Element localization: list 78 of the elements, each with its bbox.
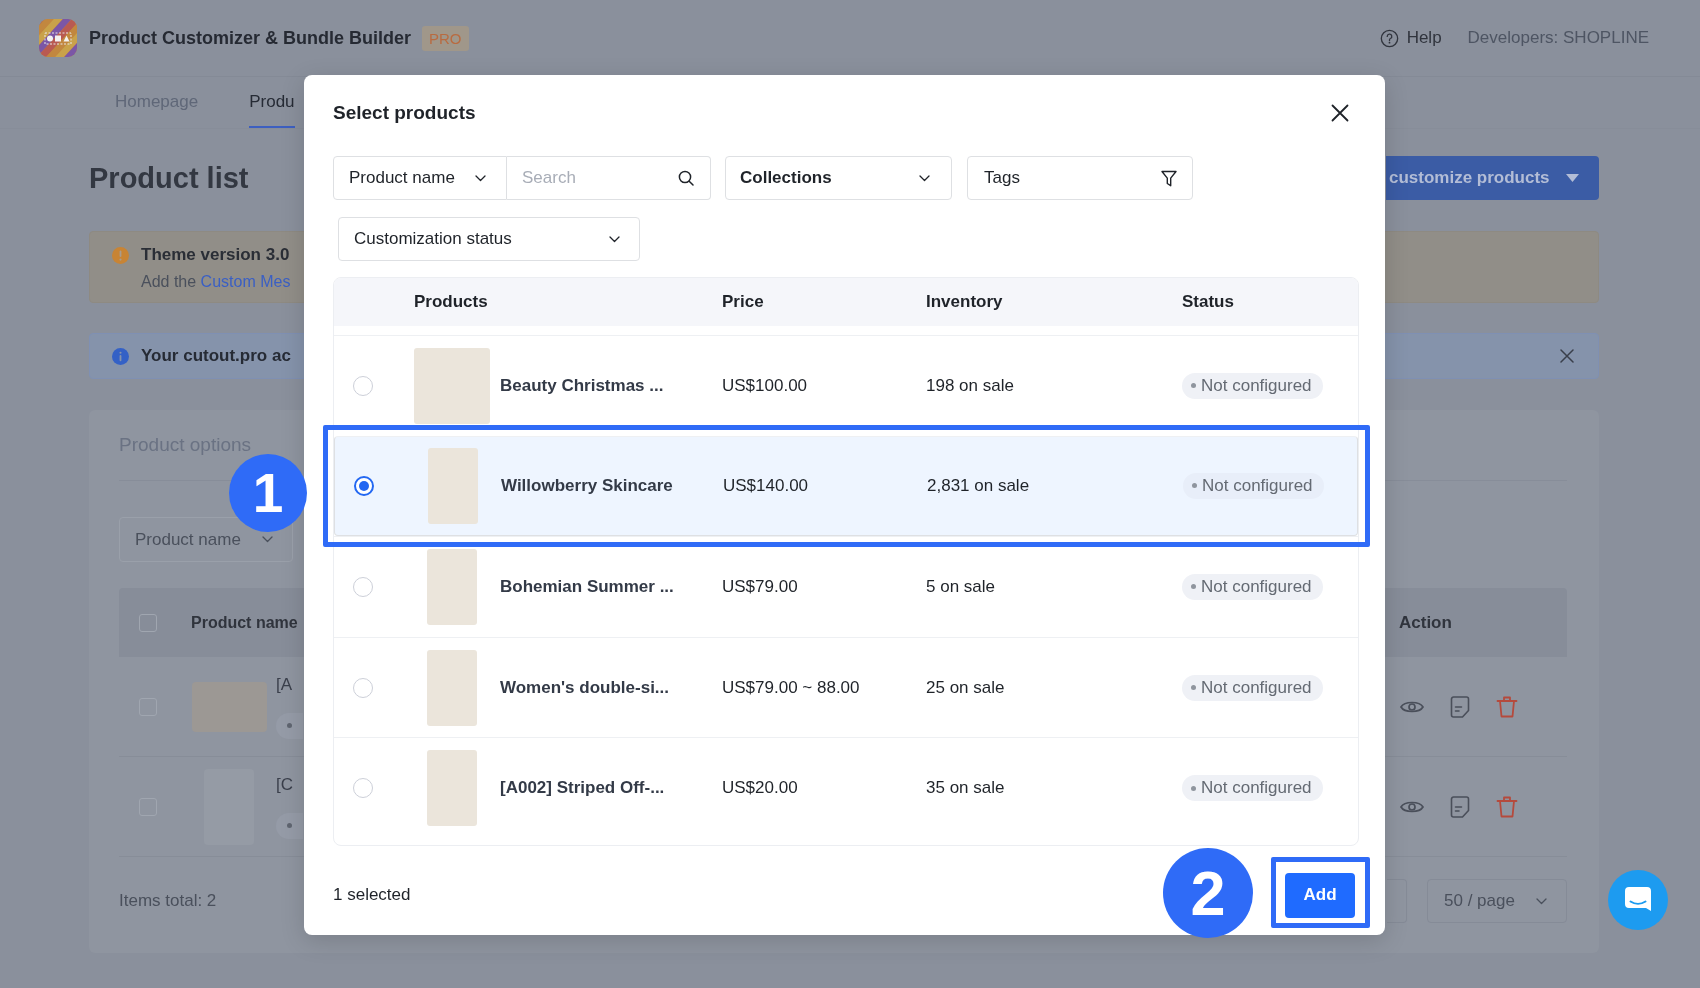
info-icon <box>112 347 129 365</box>
product-row[interactable]: Bohemian Summer ... US$79.00 5 on sale Not configured <box>334 536 1358 637</box>
price: US$100.00 <box>722 375 808 395</box>
document-icon[interactable] <box>1450 795 1470 818</box>
chevron-down-icon <box>1536 897 1547 905</box>
product-row[interactable]: Willowberry Skincare US$140.00 2,831 on sale Not configured <box>334 435 1358 537</box>
product-name: Women's double-si... <box>500 677 670 698</box>
app-title: Product Customizer & Bundle Builder <box>89 27 412 49</box>
status-dot-icon <box>1191 383 1196 389</box>
developer-credit: Developers: SHOPLINE <box>1467 28 1649 48</box>
chevron-down-icon <box>475 174 486 182</box>
inventory-count: 25 on sale <box>926 677 1005 697</box>
app-logo-icon <box>39 19 77 57</box>
field-select[interactable]: Product name <box>333 156 507 200</box>
product-row[interactable]: Women's double-si... US$79.00 ~ 88.00 25 on sale Not configured <box>334 636 1358 738</box>
inventory-count: 5 on sale <box>926 577 995 596</box>
status-dot-icon <box>1192 483 1197 489</box>
status-label: Not configured <box>1201 577 1312 597</box>
search-icon[interactable] <box>678 170 694 186</box>
document-icon[interactable] <box>1450 695 1470 718</box>
inventory-count: 198 on sale <box>926 375 1014 395</box>
status-dot-icon <box>287 723 292 728</box>
dialog-title: Select products <box>333 102 476 124</box>
trash-icon[interactable] <box>1496 695 1518 718</box>
customization-status-select[interactable]: Customization status <box>338 217 640 261</box>
banner-message: Add the Custom Mes <box>141 272 291 292</box>
column-header: Action <box>1399 612 1453 633</box>
search-field[interactable]: Search <box>507 156 711 200</box>
product-name: Willowberry Skincare <box>501 475 673 496</box>
chat-icon[interactable] <box>1608 870 1668 930</box>
column-header: Product name <box>191 613 298 632</box>
chevron-down-icon <box>919 174 930 182</box>
checkbox[interactable] <box>139 613 157 632</box>
selection-count: 1 selected <box>333 885 411 906</box>
page-title: Product list <box>89 161 249 195</box>
status-label: Not configured <box>1201 677 1312 698</box>
help-link[interactable]: Help <box>1379 28 1442 48</box>
plan-badge: PRO <box>422 25 469 51</box>
radio-button[interactable] <box>354 475 374 496</box>
nav-tab[interactable]: Produ <box>249 77 295 128</box>
product-row[interactable]: Beauty Christmas ... US$100.00 198 on sale Not configured <box>334 335 1358 436</box>
status-dot-icon <box>1191 584 1196 590</box>
product-name: Beauty Christmas ... <box>500 375 664 396</box>
warning-icon <box>112 247 129 264</box>
product-row[interactable]: [A002] Striped Off-... US$20.00 35 on sale Not configured <box>334 737 1358 838</box>
status-label: Not configured <box>1201 375 1312 396</box>
status-dot-icon <box>1191 785 1196 791</box>
trash-icon[interactable] <box>1496 795 1518 818</box>
items-total: Items total: 2 <box>119 891 217 911</box>
help-icon <box>1379 28 1399 48</box>
column-header: Inventory <box>926 292 1004 312</box>
column-header: Status <box>1182 292 1235 312</box>
column-header: Price <box>722 292 765 312</box>
price: US$20.00 <box>722 778 798 798</box>
price: US$79.00 ~ 88.00 <box>722 677 860 697</box>
status-label: Not configured <box>1201 778 1312 799</box>
collections-select[interactable]: Collections <box>725 156 952 200</box>
product-name: [C <box>276 774 293 795</box>
add-button[interactable]: Add <box>1285 872 1355 918</box>
price: US$79.00 <box>722 577 798 596</box>
chevron-down-icon <box>609 235 620 243</box>
caret-down-icon <box>1566 174 1579 182</box>
status-dot-icon <box>287 823 292 828</box>
price: US$140.00 <box>723 475 809 495</box>
banner-title: Theme version 3.0 <box>141 244 290 266</box>
inventory-count: 35 on sale <box>926 778 1005 798</box>
product-name: [A <box>276 674 293 695</box>
status-label: Not configured <box>1202 475 1313 496</box>
product-name: Bohemian Summer ... <box>500 577 674 597</box>
chevron-down-icon <box>262 536 273 543</box>
status-dot-icon <box>1191 685 1196 691</box>
product-name: [A002] Striped Off-... <box>500 778 665 799</box>
inventory-count: 2,831 on sale <box>927 475 1030 495</box>
tags-filter[interactable]: Tags <box>967 156 1193 200</box>
column-header: Products <box>414 292 489 312</box>
info-message: Your cutout.pro ac <box>141 346 291 366</box>
close-icon[interactable] <box>1331 104 1349 122</box>
filter-icon <box>1161 169 1177 187</box>
